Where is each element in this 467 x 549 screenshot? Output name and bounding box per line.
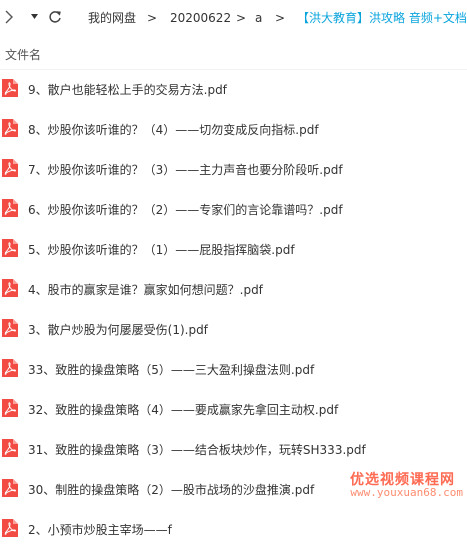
toolbar: 我的网盘 > 20200622 > a > 【洪大教育】洪攻略 音频+文档 (0, 0, 467, 36)
file-row[interactable]: 30、制胜的操盘策略（2）—股市战场的沙盘推演.pdf (0, 469, 467, 509)
pdf-file-icon (2, 479, 18, 497)
column-header-filename[interactable]: 文件名 (5, 46, 41, 63)
breadcrumb-item-root[interactable]: 我的网盘 (88, 11, 136, 25)
breadcrumb-separator: > (275, 11, 286, 25)
file-row[interactable]: 8、炒股你该听谁的？（4）——切勿变成反向指标.pdf (0, 109, 467, 149)
file-row[interactable]: 5、炒股你该听谁的？（1）——屁股指挥脑袋.pdf (0, 229, 467, 269)
file-name[interactable]: 5、炒股你该听谁的？（1）——屁股指挥脑袋.pdf (28, 241, 295, 258)
file-name[interactable]: 30、制胜的操盘策略（2）—股市战场的沙盘推演.pdf (28, 481, 314, 498)
breadcrumb-item-folder[interactable]: 20200622 (170, 11, 231, 25)
file-row[interactable]: 32、致胜的操盘策略（4）——要成赢家先拿回主动权.pdf (0, 389, 467, 429)
file-row[interactable]: 6、炒股你该听谁的？（2）——专家们的言论靠谱吗？.pdf (0, 189, 467, 229)
file-row[interactable]: 3、散户炒股为何屡屡受伤(1).pdf (0, 309, 467, 349)
pdf-file-icon (2, 359, 18, 377)
pdf-file-icon (2, 159, 18, 177)
pdf-file-icon (2, 399, 18, 417)
file-name[interactable]: 32、致胜的操盘策略（4）——要成赢家先拿回主动权.pdf (28, 401, 338, 418)
column-header: 文件名 (0, 36, 467, 70)
file-row[interactable]: 9、散户也能轻松上手的交易方法.pdf (0, 69, 467, 109)
file-name[interactable]: 31、致胜的操盘策略（3）——结合板块炒作，玩转SH333.pdf (28, 441, 366, 458)
pdf-file-icon (2, 519, 18, 537)
pdf-file-icon (2, 239, 18, 257)
pdf-file-icon (2, 319, 18, 337)
file-name[interactable]: 8、炒股你该听谁的？（4）——切勿变成反向指标.pdf (28, 121, 319, 138)
file-name[interactable]: 4、股市的赢家是谁？赢家如何想问题？.pdf (28, 281, 263, 298)
file-row[interactable]: 31、致胜的操盘策略（3）——结合板块炒作，玩转SH333.pdf (0, 429, 467, 469)
pdf-file-icon (2, 279, 18, 297)
refresh-icon[interactable] (48, 10, 62, 24)
file-row[interactable]: 4、股市的赢家是谁？赢家如何想问题？.pdf (0, 269, 467, 309)
chevron-right-icon[interactable] (4, 9, 14, 25)
breadcrumb-separator: > (147, 11, 158, 25)
pdf-file-icon (2, 119, 18, 137)
caret-down-icon[interactable] (31, 14, 38, 19)
file-name[interactable]: 6、炒股你该听谁的？（2）——专家们的言论靠谱吗？.pdf (28, 201, 343, 218)
pdf-file-icon (2, 439, 18, 457)
breadcrumb-item-subfolder[interactable]: a (255, 11, 262, 25)
file-name[interactable]: 33、致胜的操盘策略（5）——三大盈利操盘法则.pdf (28, 361, 314, 378)
pdf-file-icon (2, 79, 18, 97)
breadcrumb-current[interactable]: 【洪大教育】洪攻略 音频+文档 (297, 11, 467, 25)
file-row[interactable]: 2、小预市炒股主宰场——f (0, 509, 467, 549)
file-row[interactable]: 33、致胜的操盘策略（5）——三大盈利操盘法则.pdf (0, 349, 467, 389)
file-row[interactable]: 7、炒股你该听谁的？（3）——主力声音也要分阶段听.pdf (0, 149, 467, 189)
file-name[interactable]: 9、散户也能轻松上手的交易方法.pdf (28, 81, 227, 98)
file-name[interactable]: 3、散户炒股为何屡屡受伤(1).pdf (28, 321, 208, 338)
pdf-file-icon (2, 199, 18, 217)
file-name[interactable]: 7、炒股你该听谁的？（3）——主力声音也要分阶段听.pdf (28, 161, 343, 178)
file-name[interactable]: 2、小预市炒股主宰场——f (28, 521, 172, 538)
breadcrumb-separator: > (236, 11, 247, 25)
